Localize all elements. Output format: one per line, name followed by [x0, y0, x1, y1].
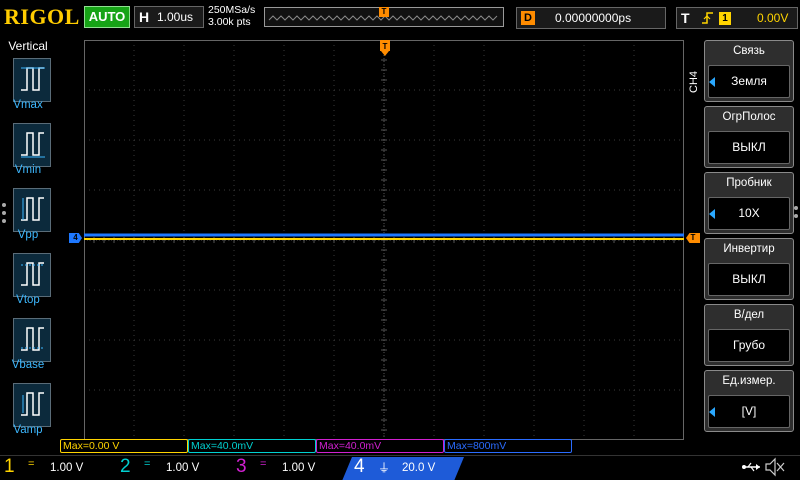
menu-bandwidth-value: ВЫКЛ — [708, 131, 790, 164]
graticule — [84, 40, 684, 440]
menu-bandwidth-title: ОгрПолос — [722, 111, 776, 123]
menu-units-value: [V] — [708, 395, 790, 428]
delay-label: D — [521, 11, 535, 25]
menu-probe-value: 10X — [708, 197, 790, 230]
measurement-ch2: Max=40.0mV — [188, 439, 316, 453]
horizontal-label: H — [139, 9, 150, 25]
vmin-label: Vmin — [14, 164, 42, 176]
menu-invert-value: ВЫКЛ — [708, 263, 790, 296]
vbase-label: Vbase — [11, 359, 45, 371]
channel2-number: 2 — [120, 456, 131, 477]
menu-volts-div-value: Грубо — [708, 329, 790, 362]
menu-coupling[interactable]: Связь Земля — [704, 40, 794, 102]
channel4-scale: 20.0 V — [402, 462, 436, 474]
vamp-icon[interactable] — [13, 383, 51, 427]
dc-coupling-icon: = — [28, 458, 35, 470]
ground-coupling-icon: ⏚ — [378, 461, 391, 475]
channel2-scale: 1.00 V — [166, 462, 200, 474]
horizontal-timebase[interactable]: H 1.00us — [134, 6, 204, 28]
memory-depth: 3.00k pts — [208, 16, 251, 28]
delay-value: 0.00000000ps — [555, 11, 632, 25]
channel4-offset-marker[interactable]: 4 — [69, 233, 82, 243]
memory-overview-bar[interactable]: T — [264, 7, 504, 27]
channel-status-bar: 1 = 1.00 V 2 = 1.00 V 3 = 1.00 V 4 ⏚ 20.… — [0, 455, 800, 480]
menu-coupling-title: Связь — [733, 45, 765, 57]
trigger-delay[interactable]: D 0.00000000ps — [516, 7, 666, 29]
channel4-status[interactable]: 4 ⏚ 20.0 V — [342, 457, 464, 480]
select-arrow-icon — [709, 77, 715, 87]
channel4-number: 4 — [354, 456, 365, 477]
vamp-label: Vamp — [13, 424, 43, 436]
dc-coupling-icon: = — [144, 458, 151, 470]
acquisition-info: 250MSa/s 3.00k pts — [208, 4, 255, 28]
channel1-status[interactable]: 1 = 1.00 V — [0, 456, 112, 480]
trigger-position-marker[interactable]: T — [380, 40, 390, 56]
trigger-label: T — [681, 10, 690, 26]
trigger-source: 1 — [719, 12, 731, 25]
select-arrow-icon — [709, 407, 715, 417]
menu-page-dots — [794, 206, 798, 222]
vmax-label: Vmax — [13, 99, 43, 111]
sample-rate: 250MSa/s — [208, 4, 256, 16]
trigger-settings[interactable]: T 1 0.00V — [676, 7, 798, 29]
dc-coupling-icon: = — [260, 458, 267, 470]
panel-page-dots — [2, 203, 6, 227]
usb-icon — [742, 462, 760, 472]
channel1-scale: 1.00 V — [50, 462, 84, 474]
menu-channel-tab: CH4 — [688, 71, 700, 94]
vmin-icon[interactable] — [13, 123, 51, 167]
menu-probe-title: Пробник — [726, 177, 772, 189]
channel2-status[interactable]: 2 = 1.00 V — [116, 456, 228, 480]
channel3-number: 3 — [236, 456, 247, 477]
menu-probe[interactable]: Пробник 10X — [704, 172, 794, 234]
vpp-label: Vpp — [17, 229, 39, 241]
timebase-value: 1.00us — [157, 10, 194, 24]
trigger-level-value: 0.00V — [757, 11, 789, 25]
run-status-button[interactable]: AUTO — [84, 6, 130, 28]
menu-units[interactable]: Ед.измер. [V] — [704, 370, 794, 432]
vpp-icon[interactable] — [13, 188, 51, 232]
channel3-scale: 1.00 V — [282, 462, 316, 474]
mute-icon[interactable] — [764, 457, 786, 477]
menu-invert-title: Инвертир — [723, 243, 775, 255]
menu-volts-div[interactable]: В/дел Грубо — [704, 304, 794, 366]
rising-edge-icon — [701, 10, 715, 29]
trigger-position-label: T — [383, 42, 388, 51]
menu-bandwidth-limit[interactable]: ОгрПолос ВЫКЛ — [704, 106, 794, 168]
measure-panel: Vertical Vmax Vmin Vpp Vtop Vbase Vamp — [0, 36, 56, 444]
measurement-ch4: Max=800mV — [444, 439, 572, 453]
measurement-ch1: Max=0.00 V — [60, 439, 188, 453]
waveform-display[interactable] — [84, 40, 684, 440]
vbase-icon[interactable] — [13, 318, 51, 362]
measurement-ch3: Max=40.0mV — [316, 439, 444, 453]
vmax-icon[interactable] — [13, 58, 51, 102]
select-arrow-icon — [709, 209, 715, 219]
menu-invert[interactable]: Инвертир ВЫКЛ — [704, 238, 794, 300]
measure-category: Vertical — [8, 39, 48, 53]
channel1-number: 1 — [4, 456, 15, 477]
brand-logo: RIGOL — [4, 4, 80, 29]
menu-coupling-value: Земля — [708, 65, 790, 98]
top-status-bar: RIGOL AUTO H 1.00us 250MSa/s 3.00k pts T… — [0, 0, 800, 36]
menu-volts-div-title: В/дел — [733, 309, 765, 321]
vtop-label: Vtop — [16, 294, 40, 306]
vtop-icon[interactable] — [13, 253, 51, 297]
menu-units-title: Ед.измер. — [722, 375, 776, 387]
memory-trigger-marker: T — [379, 7, 389, 17]
channel3-status[interactable]: 3 = 1.00 V — [232, 456, 344, 480]
